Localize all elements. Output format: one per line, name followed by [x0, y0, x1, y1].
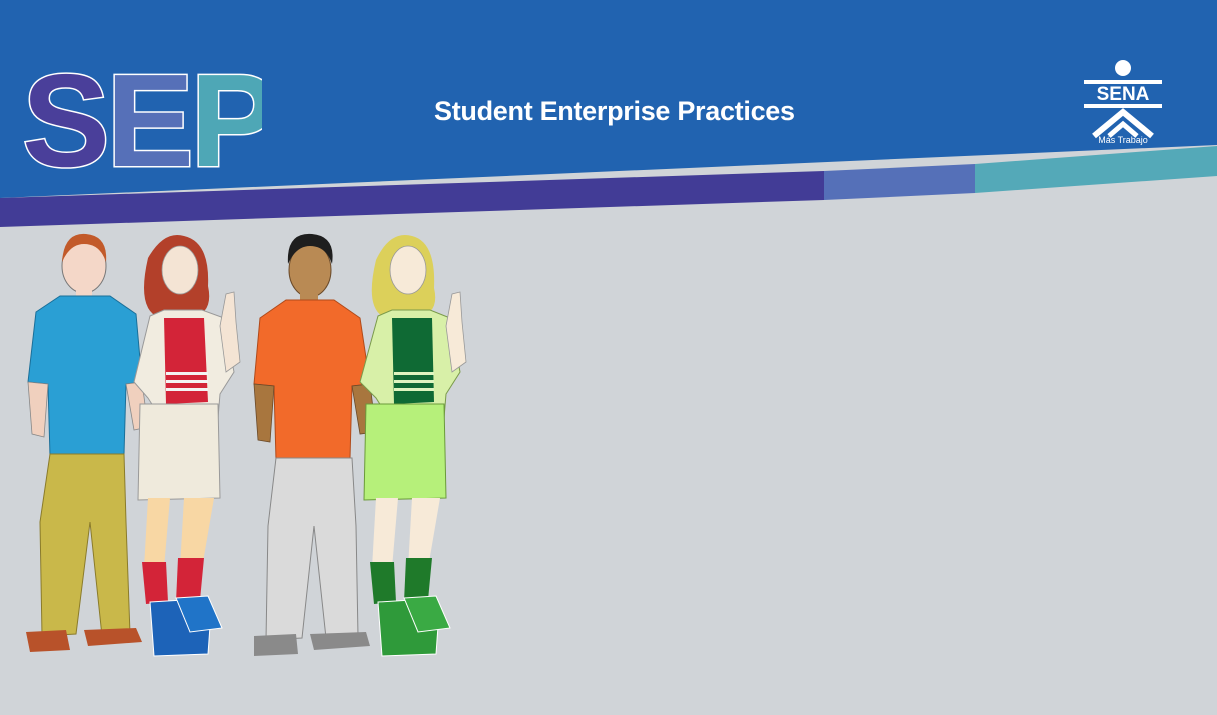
page-title: Student Enterprise Practices — [434, 96, 795, 126]
banner-stripe-blue — [824, 164, 975, 200]
svg-text:SEP: SEP — [22, 54, 262, 178]
student-red-top — [133, 234, 241, 657]
svg-text:SENA: SENA — [1097, 84, 1150, 105]
sep-letter-s: S — [22, 54, 106, 178]
student-green-top — [359, 235, 467, 657]
students-group-icon — [26, 233, 467, 657]
sep-letter-p: P — [190, 54, 262, 178]
sep-letter-e: E — [106, 54, 190, 178]
sep-logo: SEP — [22, 54, 262, 178]
student-orange-shirt — [253, 233, 377, 656]
student-blue-shirt — [26, 233, 149, 652]
sena-tagline: Más Trabajo — [1098, 135, 1148, 145]
